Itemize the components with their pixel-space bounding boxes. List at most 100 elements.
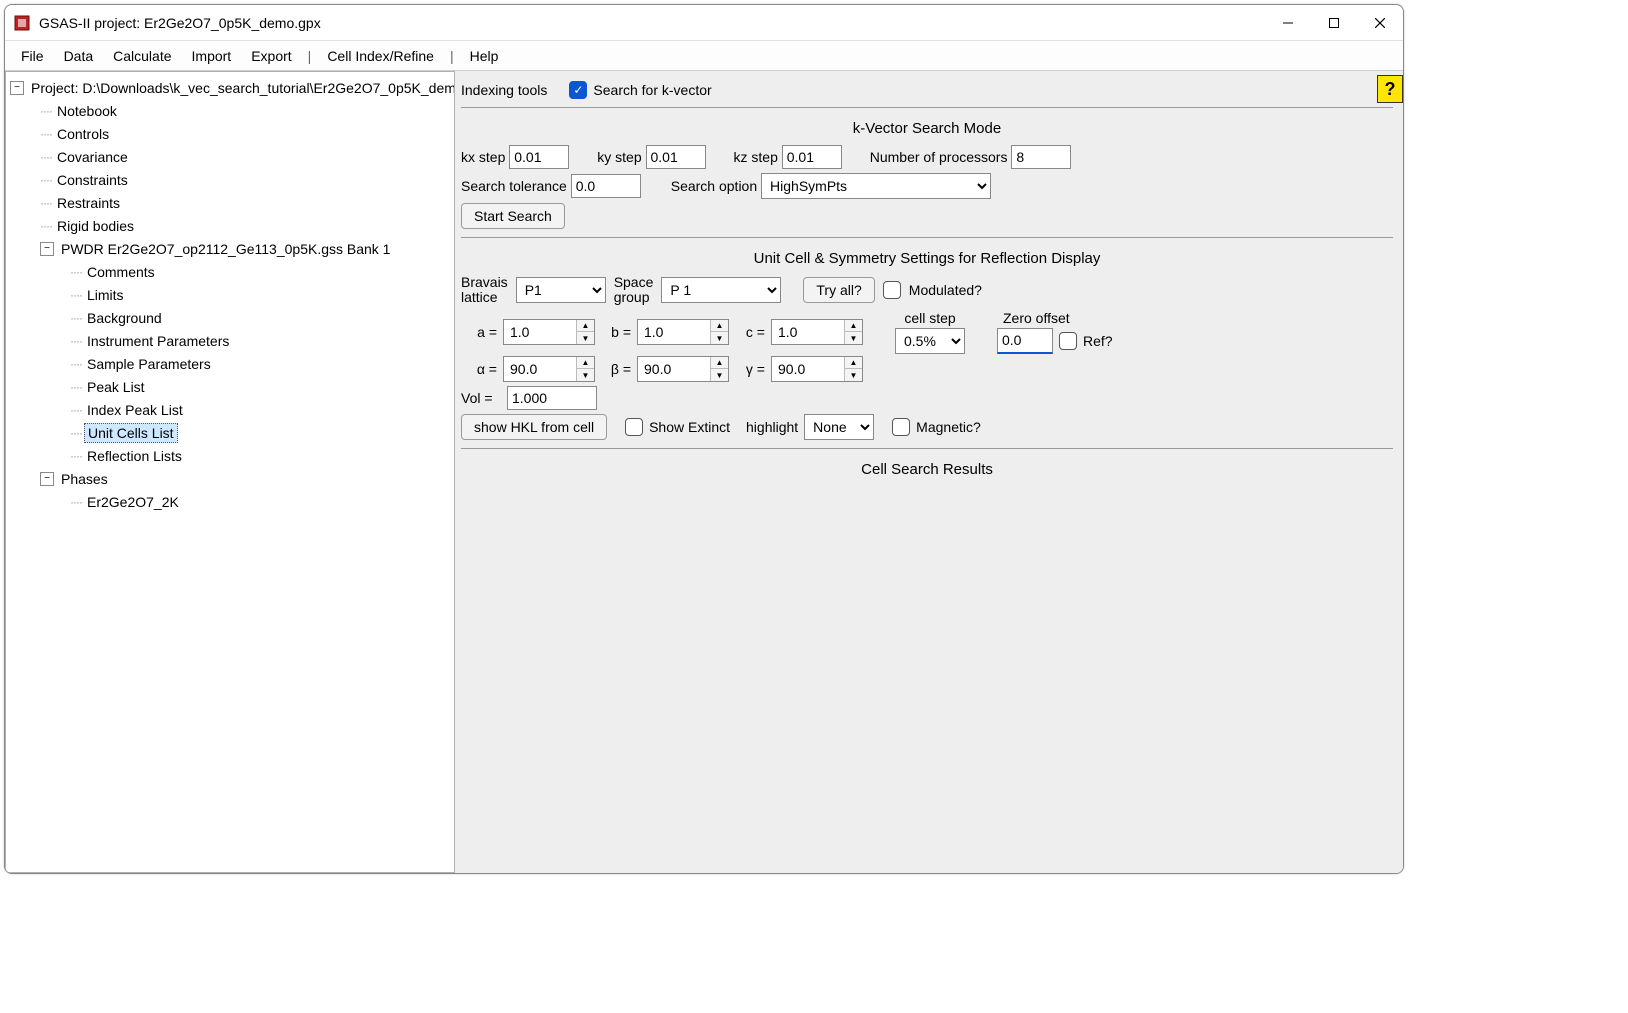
tree-reflection-lists[interactable]: Reflection Lists (84, 447, 185, 465)
spin-down-icon[interactable]: ▼ (845, 332, 862, 344)
a-label: a = (461, 324, 497, 340)
collapse-icon[interactable]: − (10, 81, 24, 95)
cell-search-results-heading: Cell Search Results (461, 457, 1393, 482)
gamma-input[interactable]: ▲▼ (771, 356, 863, 382)
vol-label: Vol = (461, 390, 501, 406)
menu-separator: | (302, 48, 318, 64)
bravais-lattice-select[interactable]: P1 (516, 277, 606, 303)
modulated-label: Modulated? (909, 282, 982, 298)
a-input[interactable]: ▲▼ (503, 319, 595, 345)
zero-offset-input[interactable] (997, 328, 1053, 354)
menu-export[interactable]: Export (241, 44, 301, 68)
kx-step-input[interactable] (509, 145, 569, 169)
kx-step-label: kx step (461, 149, 505, 165)
spin-up-icon[interactable]: ▲ (711, 357, 728, 370)
magnetic-label: Magnetic? (916, 419, 981, 435)
ky-step-label: ky step (597, 149, 641, 165)
spin-down-icon[interactable]: ▼ (711, 369, 728, 381)
search-kvector-label: Search for k-vector (593, 82, 711, 98)
help-icon[interactable]: ? (1377, 75, 1403, 103)
show-extinct-checkbox[interactable] (625, 418, 643, 436)
menubar: File Data Calculate Import Export | Cell… (5, 41, 1403, 71)
c-label: c = (735, 324, 765, 340)
bravais-label: Bravais (461, 275, 508, 290)
modulated-checkbox[interactable] (883, 281, 901, 299)
b-label: b = (601, 324, 631, 340)
tree-notebook[interactable]: Notebook (54, 102, 120, 120)
search-kvector-checkbox[interactable]: ✓ (569, 81, 587, 99)
tree-limits[interactable]: Limits (84, 286, 127, 304)
spin-up-icon[interactable]: ▲ (577, 357, 594, 370)
show-hkl-button[interactable]: show HKL from cell (461, 414, 607, 440)
spin-down-icon[interactable]: ▼ (577, 332, 594, 344)
ky-step-input[interactable] (646, 145, 706, 169)
try-all-button[interactable]: Try all? (803, 277, 874, 303)
close-button[interactable] (1357, 5, 1403, 40)
project-tree-pane[interactable]: − Project: D:\Downloads\k_vec_search_tut… (5, 71, 455, 873)
spin-down-icon[interactable]: ▼ (711, 332, 728, 344)
maximize-button[interactable] (1311, 5, 1357, 40)
tree-phases[interactable]: Phases (58, 470, 111, 488)
alpha-input[interactable]: ▲▼ (503, 356, 595, 382)
tree-comments[interactable]: Comments (84, 263, 158, 281)
space-group-label: Space (614, 275, 654, 290)
spin-up-icon[interactable]: ▲ (845, 320, 862, 333)
menu-help[interactable]: Help (460, 44, 509, 68)
tree-sample-parameters[interactable]: Sample Parameters (84, 355, 214, 373)
menu-separator: | (444, 48, 460, 64)
vol-output (507, 386, 597, 410)
tree-peak-list[interactable]: Peak List (84, 378, 148, 396)
alpha-label: α = (461, 361, 497, 377)
separator (461, 448, 1393, 449)
separator (461, 237, 1393, 238)
ref-checkbox[interactable] (1059, 332, 1077, 350)
magnetic-checkbox[interactable] (892, 418, 910, 436)
spin-up-icon[interactable]: ▲ (577, 320, 594, 333)
tree-pwdr[interactable]: PWDR Er2Ge2O7_op2112_Ge113_0p5K.gss Bank… (58, 240, 393, 258)
start-search-button[interactable]: Start Search (461, 203, 565, 229)
titlebar: GSAS-II project: Er2Ge2O7_0p5K_demo.gpx (5, 5, 1403, 41)
num-processors-input[interactable] (1011, 145, 1071, 169)
tree-restraints[interactable]: Restraints (54, 194, 123, 212)
collapse-icon[interactable]: − (40, 242, 54, 256)
b-input[interactable]: ▲▼ (637, 319, 729, 345)
menu-file[interactable]: File (11, 44, 54, 68)
num-processors-label: Number of processors (870, 149, 1008, 165)
beta-input[interactable]: ▲▼ (637, 356, 729, 382)
tree-phase-item[interactable]: Er2Ge2O7_2K (84, 493, 182, 511)
kz-step-input[interactable] (782, 145, 842, 169)
menu-cell-index-refine[interactable]: Cell Index/Refine (317, 44, 444, 68)
menu-data[interactable]: Data (54, 44, 104, 68)
ref-label: Ref? (1083, 333, 1113, 349)
search-tolerance-label: Search tolerance (461, 178, 567, 194)
cell-step-select[interactable]: 0.5% (895, 328, 965, 354)
gamma-label: γ = (735, 361, 765, 377)
highlight-label: highlight (746, 419, 798, 435)
spin-up-icon[interactable]: ▲ (845, 357, 862, 370)
tree-index-peak-list[interactable]: Index Peak List (84, 401, 186, 419)
tree-instrument-parameters[interactable]: Instrument Parameters (84, 332, 232, 350)
collapse-icon[interactable]: − (40, 472, 54, 486)
search-option-select[interactable]: HighSymPts (761, 173, 991, 199)
search-option-label: Search option (671, 178, 757, 194)
kvector-search-mode-heading: k-Vector Search Mode (461, 116, 1393, 141)
minimize-button[interactable] (1265, 5, 1311, 40)
spin-down-icon[interactable]: ▼ (845, 369, 862, 381)
window-title: GSAS-II project: Er2Ge2O7_0p5K_demo.gpx (39, 15, 321, 31)
menu-calculate[interactable]: Calculate (103, 44, 181, 68)
tree-unit-cells-list[interactable]: Unit Cells List (84, 423, 178, 443)
space-group-select[interactable]: P 1 (661, 277, 781, 303)
highlight-select[interactable]: None (804, 414, 874, 440)
search-tolerance-input[interactable] (571, 174, 641, 198)
c-input[interactable]: ▲▼ (771, 319, 863, 345)
tree-rigid-bodies[interactable]: Rigid bodies (54, 217, 137, 235)
tree-covariance[interactable]: Covariance (54, 148, 131, 166)
tree-project[interactable]: Project: D:\Downloads\k_vec_search_tutor… (28, 79, 455, 97)
tree-constraints[interactable]: Constraints (54, 171, 131, 189)
indexing-tools-label: Indexing tools (461, 82, 547, 98)
spin-up-icon[interactable]: ▲ (711, 320, 728, 333)
spin-down-icon[interactable]: ▼ (577, 369, 594, 381)
tree-controls[interactable]: Controls (54, 125, 112, 143)
tree-background[interactable]: Background (84, 309, 165, 327)
menu-import[interactable]: Import (182, 44, 242, 68)
